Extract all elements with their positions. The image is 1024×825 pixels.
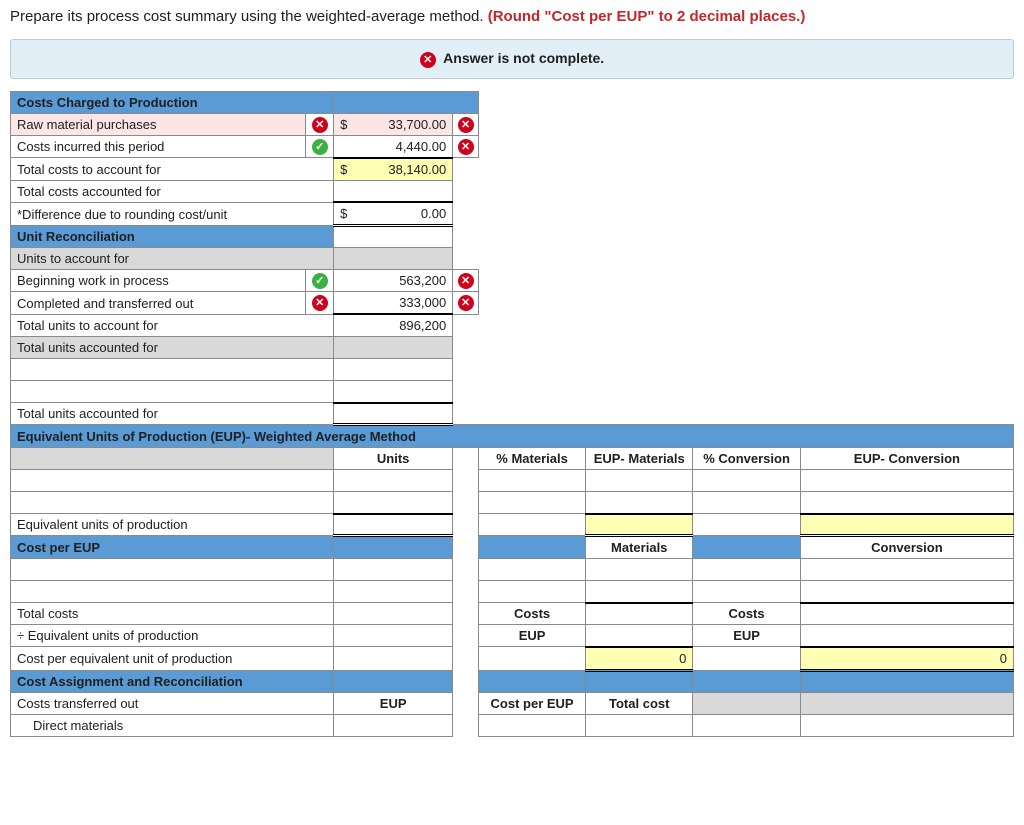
col-header-eup-conversion: EUP- Conversion <box>800 448 1013 470</box>
section-header: Costs Charged to Production <box>11 91 334 113</box>
input-cell[interactable] <box>800 581 1013 603</box>
computed-cell <box>334 403 453 425</box>
computed-cell: $0.00 <box>334 202 453 226</box>
check-icon: ✓ <box>312 273 328 289</box>
input-cell[interactable] <box>800 470 1013 492</box>
input-cell[interactable]: 4,440.00 <box>334 135 453 158</box>
row-label: Units to account for <box>11 248 334 270</box>
input-cell[interactable] <box>479 714 586 736</box>
row-label[interactable]: Costs incurred this period <box>11 135 306 158</box>
instruction-part-b: (Round "Cost per EUP" to 2 decimal place… <box>488 8 806 25</box>
sub-header-eup: EUP <box>693 625 800 647</box>
x-icon: ✕ <box>420 52 436 68</box>
input-cell[interactable] <box>334 492 453 514</box>
answer-status-bar: ✕ Answer is not complete. <box>10 39 1014 79</box>
col-header-eup-materials: EUP- Materials <box>586 448 693 470</box>
col-header-pct-materials: % Materials <box>479 448 586 470</box>
instruction-text: Prepare its process cost summary using t… <box>10 8 1014 25</box>
answer-status-text: Answer is not complete. <box>443 50 604 66</box>
section-header: Cost per EUP <box>11 536 334 559</box>
input-cell[interactable] <box>586 470 693 492</box>
input-cell[interactable] <box>11 492 334 514</box>
sub-header-costs: Costs <box>693 603 800 625</box>
check-icon: ✓ <box>312 139 328 155</box>
row-label: Total units accounted for <box>11 337 334 359</box>
input-cell[interactable] <box>693 492 800 514</box>
row-label: Direct materials <box>11 714 334 736</box>
row-label: *Difference due to rounding cost/unit <box>11 202 334 226</box>
input-cell[interactable] <box>586 714 693 736</box>
input-cell[interactable] <box>334 470 453 492</box>
row-label: Total costs accounted for <box>11 180 334 202</box>
x-icon: ✕ <box>312 117 328 133</box>
col-header-cost-per-eup: Cost per EUP <box>479 692 586 714</box>
input-cell[interactable] <box>800 559 1013 581</box>
col-header-eup: EUP <box>334 692 453 714</box>
input-cell[interactable] <box>693 470 800 492</box>
input-cell[interactable] <box>586 625 693 647</box>
computed-cell <box>586 603 693 625</box>
input-cell[interactable] <box>334 180 453 202</box>
x-icon: ✕ <box>458 139 474 155</box>
input-cell[interactable] <box>800 625 1013 647</box>
input-cell[interactable]: $33,700.00 <box>334 113 453 135</box>
input-cell[interactable] <box>11 470 334 492</box>
input-cell[interactable] <box>334 359 453 381</box>
row-label: Total costs <box>11 603 334 625</box>
row-label[interactable]: Completed and transferred out <box>11 292 306 315</box>
col-header-total-cost: Total cost <box>586 692 693 714</box>
input-cell[interactable] <box>11 581 334 603</box>
computed-cell: $38,140.00 <box>334 158 453 181</box>
input-cell[interactable] <box>11 381 334 403</box>
input-cell[interactable]: 333,000 <box>334 292 453 315</box>
x-icon: ✕ <box>458 273 474 289</box>
computed-cell: 0 <box>586 647 693 671</box>
input-cell[interactable] <box>334 381 453 403</box>
computed-cell <box>800 603 1013 625</box>
input-cell[interactable] <box>334 714 453 736</box>
row-label: Equivalent units of production <box>11 514 334 536</box>
row-label[interactable]: Beginning work in process <box>11 270 306 292</box>
row-label: Cost per equivalent unit of production <box>11 647 334 671</box>
process-cost-table: Costs Charged to Production Raw material… <box>10 91 1014 737</box>
x-icon: ✕ <box>458 117 474 133</box>
sub-header-costs: Costs <box>479 603 586 625</box>
computed-cell <box>334 514 453 536</box>
instruction-part-a: Prepare its process cost summary using t… <box>10 8 488 25</box>
row-label[interactable]: Raw material purchases <box>11 113 306 135</box>
computed-cell <box>800 514 1013 536</box>
section-header: Equivalent Units of Production (EUP)- We… <box>11 425 1014 448</box>
row-label: ÷ Equivalent units of production <box>11 625 334 647</box>
section-header: Unit Reconciliation <box>11 226 334 248</box>
x-icon: ✕ <box>312 295 328 311</box>
input-cell[interactable] <box>800 492 1013 514</box>
col-header-pct-conversion: % Conversion <box>693 448 800 470</box>
input-cell[interactable] <box>11 559 334 581</box>
input-cell[interactable] <box>586 492 693 514</box>
x-icon: ✕ <box>458 295 474 311</box>
input-cell[interactable] <box>586 581 693 603</box>
computed-cell: 896,200 <box>334 314 453 337</box>
input-cell[interactable] <box>479 470 586 492</box>
section-header: Cost Assignment and Reconciliation <box>11 670 334 692</box>
col-header-conversion: Conversion <box>800 536 1013 559</box>
col-header-materials: Materials <box>586 536 693 559</box>
col-header-units: Units <box>334 448 453 470</box>
computed-cell: 0 <box>800 647 1013 671</box>
row-label: Total costs to account for <box>11 158 334 181</box>
row-label: Total units to account for <box>11 314 334 337</box>
row-label: Total units accounted for <box>11 403 334 425</box>
row-label: Costs transferred out <box>11 692 334 714</box>
input-cell[interactable]: 563,200 <box>334 270 453 292</box>
computed-cell <box>586 514 693 536</box>
sub-header-eup: EUP <box>479 625 586 647</box>
input-cell[interactable] <box>479 492 586 514</box>
input-cell[interactable] <box>586 559 693 581</box>
input-cell[interactable] <box>11 359 334 381</box>
